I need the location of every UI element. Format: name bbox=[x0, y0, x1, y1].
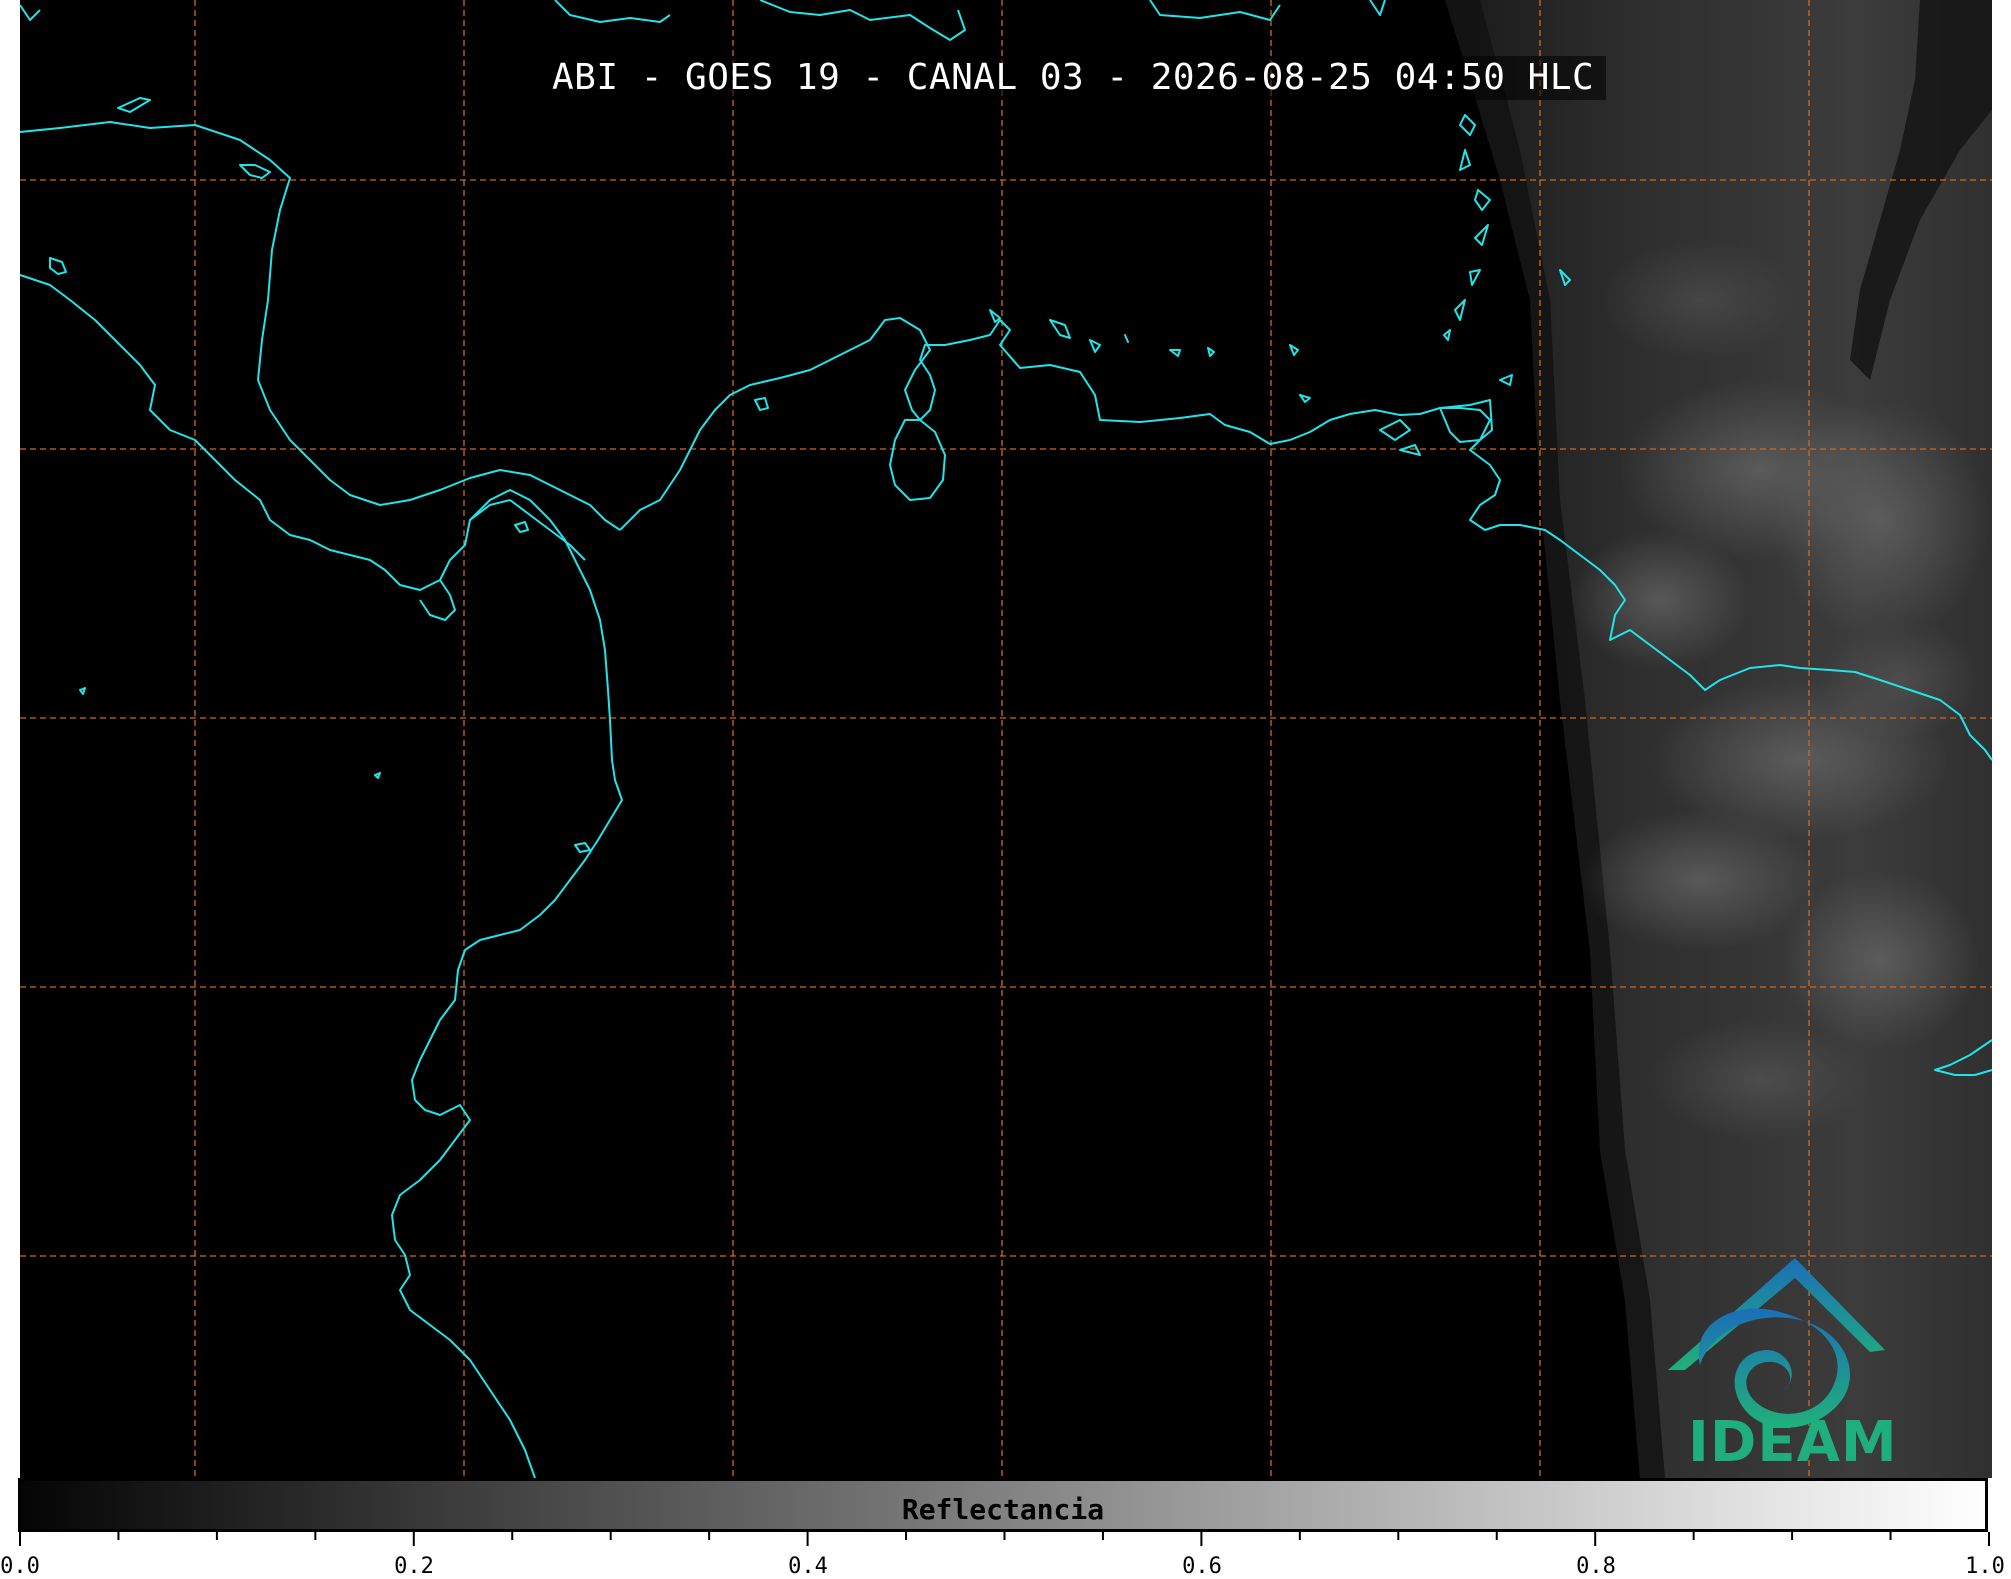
ideam-logo-text: IDEAM bbox=[1688, 1410, 1898, 1475]
satellite-map bbox=[0, 0, 2011, 1478]
satellite-image-viewer: ABI - GOES 19 - CANAL 03 - 2026-08-25 04… bbox=[0, 0, 2011, 1579]
colorbar: Reflectancia bbox=[18, 1478, 1988, 1532]
colorbar-ticks bbox=[19, 1532, 1990, 1546]
right-margin bbox=[1992, 0, 2011, 1478]
colorbar-tick-label: 0.6 bbox=[1182, 1554, 1222, 1579]
colorbar-tick-label: 0.8 bbox=[1576, 1554, 1616, 1579]
colorbar-label: Reflectancia bbox=[901, 1493, 1105, 1526]
colorbar-tick-label: 0.4 bbox=[788, 1554, 828, 1579]
colorbar-tick-label: 0.2 bbox=[394, 1554, 434, 1579]
image-title: ABI - GOES 19 - CANAL 03 - 2026-08-25 04… bbox=[540, 56, 1607, 100]
colorbar-tick-label: 0.0 bbox=[0, 1554, 40, 1579]
colorbar-tick-label: 1.0 bbox=[1965, 1554, 2005, 1579]
left-margin bbox=[0, 0, 20, 1478]
